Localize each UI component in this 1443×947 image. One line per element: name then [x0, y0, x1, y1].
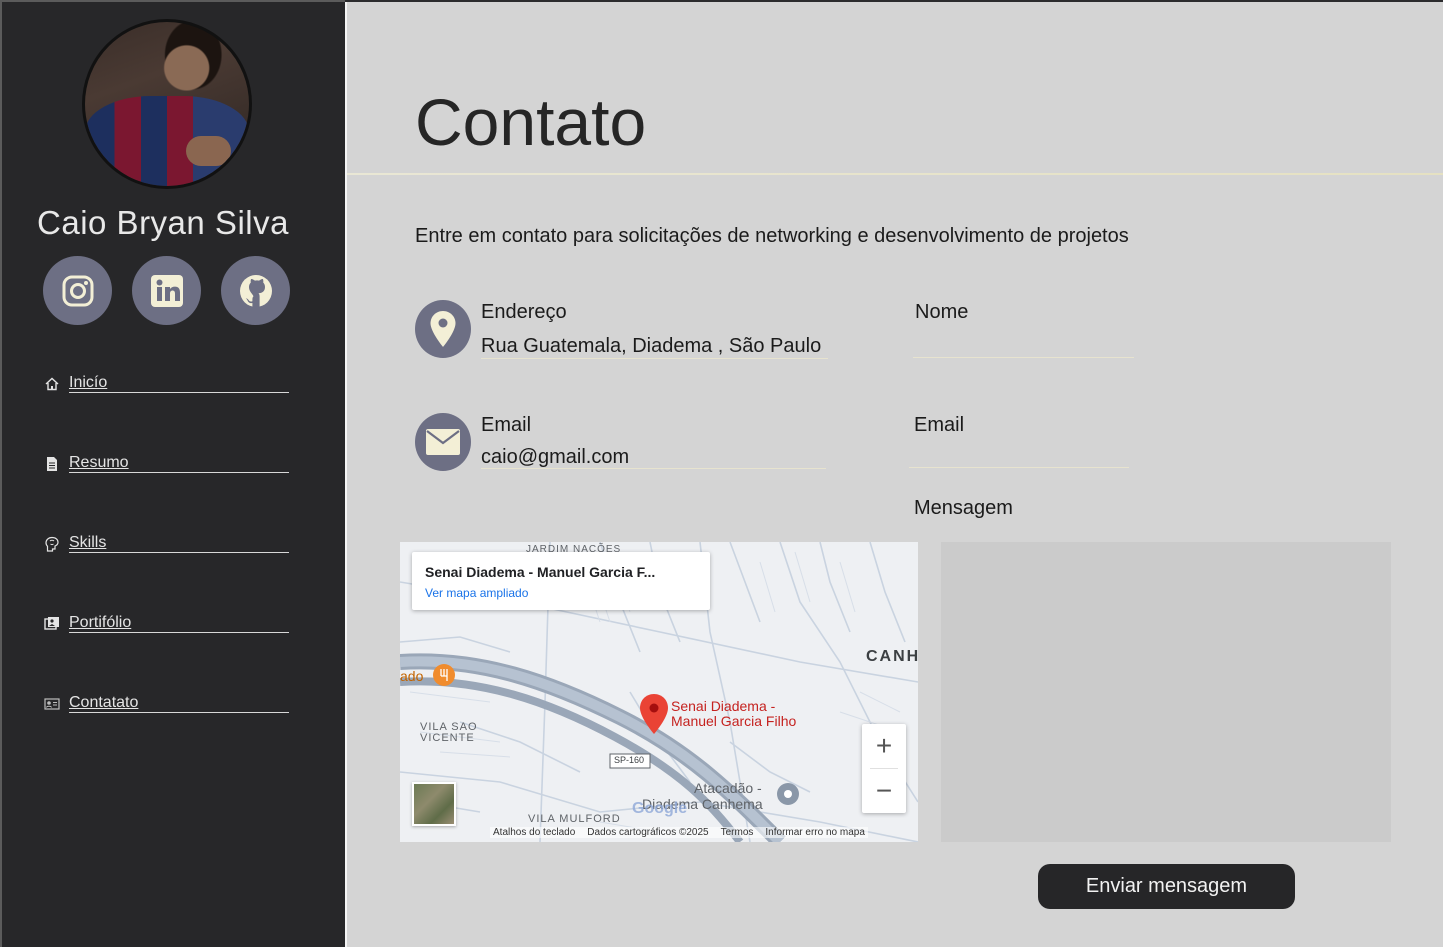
linkedin-icon: [150, 274, 183, 307]
email-label: Email: [481, 414, 532, 436]
map-label: Atacadão -: [694, 780, 762, 796]
home-icon: [45, 377, 59, 391]
map-label: VILA MULFORD: [528, 813, 621, 825]
report-error-link[interactable]: Informar erro no mapa: [765, 827, 865, 838]
nav-item-contatato[interactable]: Contatato: [44, 694, 289, 774]
name-field[interactable]: [913, 332, 1134, 358]
nav-label: Inicío: [69, 374, 108, 391]
title-divider: [347, 173, 1443, 175]
location-pin-icon: [430, 311, 456, 347]
map-zoom-controls: + −: [862, 724, 906, 813]
address-value: Rua Guatemala, Diadema , São Paulo: [481, 335, 822, 357]
sidebar-nav: Inicío Resumo Skills Portifólio Contatat…: [44, 374, 289, 774]
main-content: Contato Entre em contato para solicitaçõ…: [345, 2, 1443, 947]
nav-label: Contatato: [69, 694, 139, 711]
email-value: caio@gmail.com: [481, 446, 630, 468]
google-logo: Google: [632, 800, 688, 817]
sidebar: Caio Bryan Silva Inicío Resumo Skills Po…: [0, 0, 345, 947]
linkedin-button[interactable]: [132, 256, 201, 325]
highway-shield: SP-160: [614, 755, 645, 765]
nav-label: Skills: [69, 534, 107, 551]
page-title: Contato: [415, 85, 647, 159]
terms-link[interactable]: Termos: [721, 827, 754, 838]
map-label: ado: [400, 668, 424, 684]
map-attribution: Atalhos do teclado Dados cartográficos ©…: [490, 827, 868, 838]
email-badge: [415, 413, 471, 471]
envelope-icon: [426, 429, 460, 455]
message-field[interactable]: [941, 542, 1391, 842]
intro-text: Entre em contato para solicitações de ne…: [415, 225, 1129, 247]
address-label: Endereço: [481, 301, 567, 323]
nav-label: Resumo: [69, 454, 129, 471]
github-icon: [239, 274, 272, 307]
map-label: CANH: [866, 648, 918, 665]
nav-item-portifolio[interactable]: Portifólio: [44, 614, 289, 694]
social-links: [43, 256, 290, 325]
map-label: VICENTE: [420, 732, 475, 744]
github-button[interactable]: [221, 256, 290, 325]
contact-card-icon: [44, 698, 60, 710]
zoom-out-button[interactable]: −: [862, 769, 906, 813]
view-larger-map-link[interactable]: Ver mapa ampliado: [425, 586, 528, 600]
email-field-label: Email: [914, 414, 965, 436]
profile-name: Caio Bryan Silva: [37, 204, 289, 241]
satellite-toggle[interactable]: [412, 782, 456, 826]
keyboard-shortcuts-link[interactable]: Atalhos do teclado: [493, 827, 575, 838]
instagram-icon: [62, 275, 93, 306]
map-place-name: Senai Diadema - Manuel Garcia F...: [425, 564, 656, 580]
instagram-button[interactable]: [43, 256, 112, 325]
email-field[interactable]: [909, 442, 1129, 468]
nav-label: Portifólio: [69, 614, 132, 631]
avatar: [82, 19, 252, 189]
send-message-button[interactable]: Enviar mensagem: [1038, 864, 1295, 909]
map-data-credit: Dados cartográficos ©2025: [587, 827, 709, 838]
zoom-in-button[interactable]: +: [862, 724, 906, 768]
nav-item-inicio[interactable]: Inicío: [44, 374, 289, 454]
portfolio-icon: [44, 617, 59, 630]
document-icon: [47, 457, 57, 471]
embedded-map[interactable]: JARDIM NAÇÕES CANH VILA SAO VICENTE VILA…: [400, 542, 918, 842]
map-place-card: Senai Diadema - Manuel Garcia F... Ver m…: [412, 552, 710, 610]
nav-item-resumo[interactable]: Resumo: [44, 454, 289, 534]
message-field-label: Mensagem: [914, 497, 1013, 519]
brain-icon: [45, 536, 59, 552]
map-pin-label: Senai Diadema - Manuel Garcia Filho: [671, 698, 797, 729]
name-field-label: Nome: [915, 301, 969, 323]
nav-item-skills[interactable]: Skills: [44, 534, 289, 614]
address-badge: [415, 300, 471, 358]
